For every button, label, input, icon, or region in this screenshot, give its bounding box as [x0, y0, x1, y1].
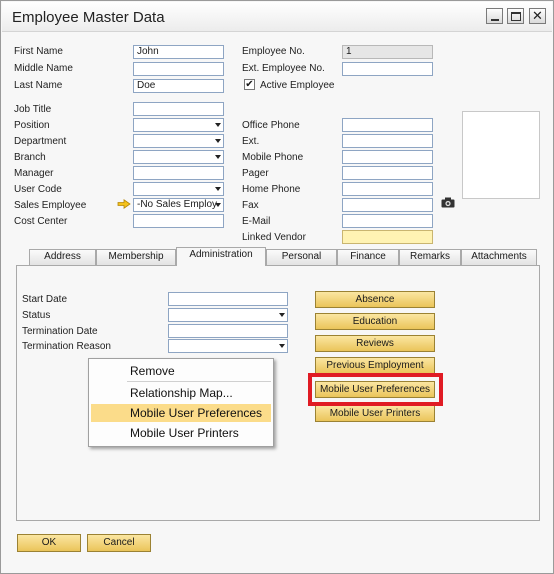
- manager-field[interactable]: [133, 166, 224, 180]
- branch-select[interactable]: [133, 150, 224, 164]
- tab-attachments[interactable]: Attachments: [461, 249, 537, 265]
- close-icon: ✕: [532, 8, 543, 23]
- status-select[interactable]: [168, 308, 288, 322]
- previous-employment-button[interactable]: Previous Employment: [315, 357, 435, 374]
- menu-item-relationship-map[interactable]: Relationship Map...: [91, 384, 271, 402]
- pager-field[interactable]: [342, 166, 433, 180]
- context-menu: Remove Relationship Map... Mobile User P…: [88, 358, 274, 447]
- fax-field[interactable]: [342, 198, 433, 212]
- camera-icon[interactable]: [441, 197, 455, 208]
- home-phone-field[interactable]: [342, 182, 433, 196]
- menu-item-remove[interactable]: Remove: [91, 362, 271, 380]
- reviews-button[interactable]: Reviews: [315, 335, 435, 352]
- employee-no-label: Employee No.: [242, 46, 305, 57]
- active-employee-label: Active Employee: [260, 80, 335, 91]
- pager-label: Pager: [242, 168, 269, 179]
- email-field[interactable]: [342, 214, 433, 228]
- chevron-down-icon: [215, 139, 221, 143]
- job-title-field[interactable]: [133, 102, 224, 116]
- fax-label: Fax: [242, 200, 259, 211]
- sales-employee-value: -No Sales Employ: [137, 199, 218, 210]
- ext-field[interactable]: [342, 134, 433, 148]
- close-button[interactable]: ✕: [529, 8, 546, 24]
- ext-employee-no-field[interactable]: [342, 62, 433, 76]
- sales-employee-label: Sales Employee: [14, 200, 87, 211]
- branch-label: Branch: [14, 152, 46, 163]
- ext-employee-no-label: Ext. Employee No.: [242, 63, 325, 74]
- minimize-button[interactable]: [486, 8, 503, 24]
- active-employee-checkbox[interactable]: ✔: [244, 79, 255, 90]
- menu-item-mobile-user-printers[interactable]: Mobile User Printers: [91, 424, 271, 442]
- linked-vendor-label: Linked Vendor: [242, 232, 306, 243]
- first-name-field[interactable]: John: [133, 45, 224, 59]
- start-date-label: Start Date: [22, 294, 68, 305]
- title-bar[interactable]: Employee Master Data ✕: [2, 2, 552, 32]
- employee-master-data-window: Employee Master Data ✕ First Name John M…: [0, 0, 554, 574]
- mobile-phone-label: Mobile Phone: [242, 152, 304, 163]
- employee-photo[interactable]: [462, 111, 540, 199]
- education-button[interactable]: Education: [315, 313, 435, 330]
- job-title-label: Job Title: [14, 104, 52, 115]
- email-label: E-Mail: [242, 216, 271, 227]
- mobile-phone-field[interactable]: [342, 150, 433, 164]
- termination-date-field[interactable]: [168, 324, 288, 338]
- mobile-user-printers-button[interactable]: Mobile User Printers: [315, 405, 435, 422]
- absence-button[interactable]: Absence: [315, 291, 435, 308]
- maximize-button[interactable]: [507, 8, 524, 24]
- menu-item-mobile-user-preferences[interactable]: Mobile User Preferences: [91, 404, 271, 422]
- sales-employee-select[interactable]: -No Sales Employ: [133, 198, 224, 212]
- ok-button[interactable]: OK: [17, 534, 81, 552]
- termination-reason-label: Termination Reason: [22, 341, 111, 352]
- manager-label: Manager: [14, 168, 54, 179]
- tab-personal[interactable]: Personal: [266, 249, 337, 265]
- ext-label: Ext.: [242, 136, 260, 147]
- cost-center-label: Cost Center: [14, 216, 68, 227]
- tab-finance[interactable]: Finance: [337, 249, 399, 265]
- chevron-down-icon: [279, 313, 285, 317]
- home-phone-label: Home Phone: [242, 184, 301, 195]
- position-select[interactable]: [133, 118, 224, 132]
- department-label: Department: [14, 136, 67, 147]
- user-code-label: User Code: [14, 184, 62, 195]
- office-phone-label: Office Phone: [242, 120, 300, 131]
- maximize-icon: [511, 12, 521, 21]
- menu-separator: [127, 381, 271, 382]
- minimize-icon: [491, 19, 499, 21]
- user-code-select[interactable]: [133, 182, 224, 196]
- tab-membership[interactable]: Membership: [96, 249, 176, 265]
- chevron-down-icon: [215, 123, 221, 127]
- window-title: Employee Master Data: [12, 9, 165, 26]
- linked-vendor-field[interactable]: [342, 230, 433, 244]
- cancel-button[interactable]: Cancel: [87, 534, 151, 552]
- start-date-field[interactable]: [168, 292, 288, 306]
- position-label: Position: [14, 120, 50, 131]
- chevron-down-icon: [215, 187, 221, 191]
- tab-remarks[interactable]: Remarks: [399, 249, 461, 265]
- tab-address[interactable]: Address: [29, 249, 96, 265]
- employee-no-field: 1: [342, 45, 433, 59]
- department-select[interactable]: [133, 134, 224, 148]
- last-name-label: Last Name: [14, 80, 63, 91]
- middle-name-field[interactable]: [133, 62, 224, 76]
- cost-center-field[interactable]: [133, 214, 224, 228]
- chevron-down-icon: [279, 344, 285, 348]
- first-name-label: First Name: [14, 46, 63, 57]
- tab-administration[interactable]: Administration: [176, 247, 266, 266]
- office-phone-field[interactable]: [342, 118, 433, 132]
- last-name-field[interactable]: Doe: [133, 79, 224, 93]
- termination-date-label: Termination Date: [22, 326, 98, 337]
- middle-name-label: Middle Name: [14, 63, 73, 74]
- status-label: Status: [22, 310, 51, 321]
- termination-reason-select[interactable]: [168, 339, 288, 353]
- chevron-down-icon: [215, 155, 221, 159]
- chevron-down-icon: [215, 203, 221, 207]
- link-arrow-icon[interactable]: [117, 199, 131, 209]
- highlight-annotation: [308, 373, 443, 406]
